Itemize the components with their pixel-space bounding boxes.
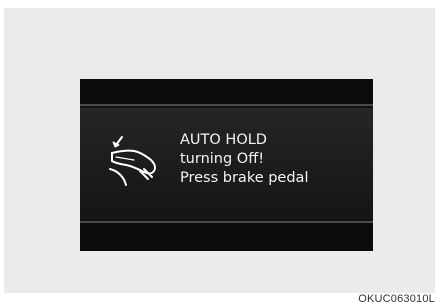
- message-line-1: AUTO HOLD: [180, 132, 267, 148]
- message-line-2: turning Off!: [180, 151, 265, 167]
- display-top-band: [80, 79, 373, 106]
- figure-code: OKUC063010L: [358, 293, 435, 305]
- auto-hold-warning-message: AUTO HOLD turning Off! Press brake pedal: [180, 131, 365, 188]
- cluster-display: AUTO HOLD turning Off! Press brake pedal: [80, 79, 373, 251]
- message-line-3: Press brake pedal: [180, 170, 309, 186]
- figure-panel: AUTO HOLD turning Off! Press brake pedal: [4, 8, 435, 293]
- brake-pedal-press-icon: [109, 136, 156, 186]
- display-bottom-band: [80, 221, 373, 251]
